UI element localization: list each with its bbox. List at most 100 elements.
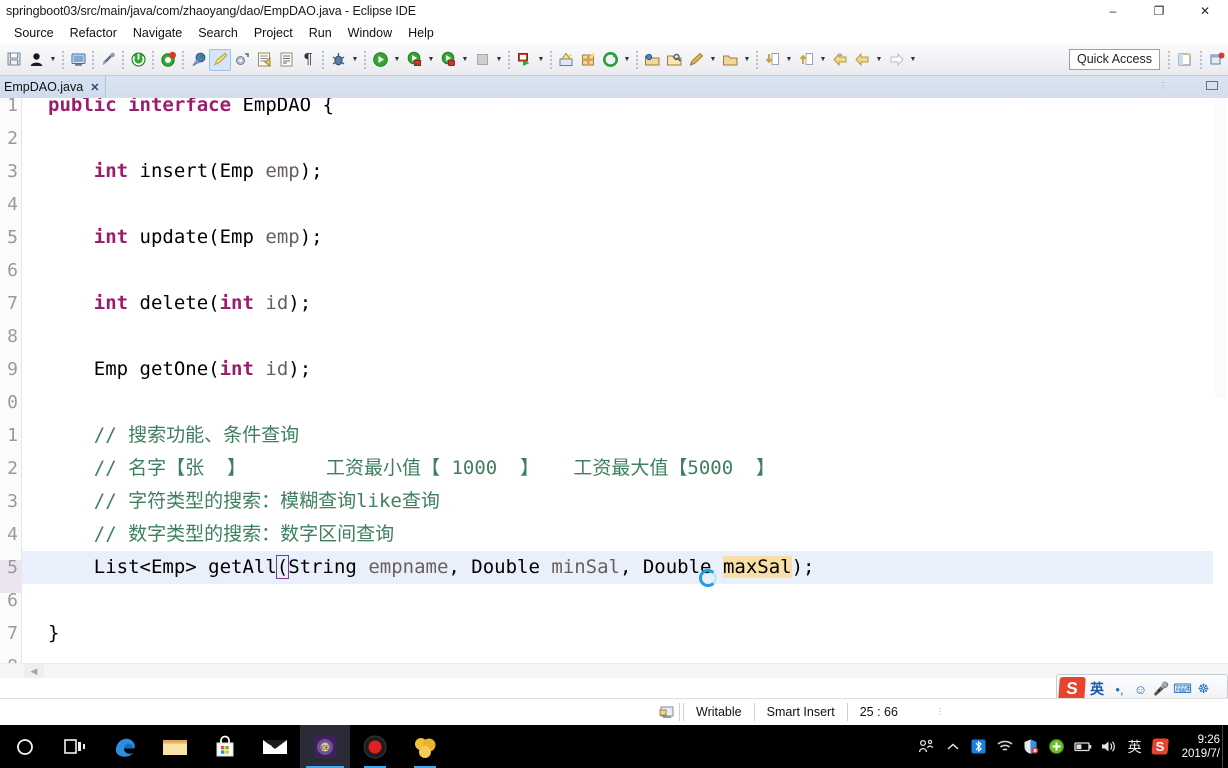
- chevron-down-icon[interactable]: ▼: [907, 49, 919, 71]
- eclipse-ide-icon[interactable]: IDE: [300, 725, 350, 768]
- menu-item-source[interactable]: Source: [6, 24, 62, 42]
- user-icon[interactable]: [25, 49, 47, 71]
- taskbar-clock[interactable]: 9:26 2019/7/: [1174, 733, 1222, 761]
- open-task-icon[interactable]: [275, 49, 297, 71]
- open-type-icon[interactable]: [253, 49, 275, 71]
- chevron-down-icon[interactable]: ▼: [817, 49, 829, 71]
- chevron-down-icon[interactable]: ▼: [47, 49, 59, 71]
- mail-icon[interactable]: [250, 725, 300, 768]
- security-shield-icon[interactable]: [1018, 725, 1044, 768]
- file-explorer-icon[interactable]: [150, 725, 200, 768]
- code-line[interactable]: Emp getOne(int id);: [48, 353, 311, 386]
- horizontal-scrollbar[interactable]: ◀: [0, 663, 1228, 678]
- profile-icon[interactable]: [437, 49, 459, 71]
- menu-item-search[interactable]: Search: [190, 24, 246, 42]
- cortana-search-icon[interactable]: [0, 725, 50, 768]
- close-button[interactable]: ✕: [1182, 0, 1228, 22]
- code-line[interactable]: int insert(Emp emp);: [48, 155, 323, 188]
- menu-item-help[interactable]: Help: [400, 24, 442, 42]
- chevron-down-icon[interactable]: ▼: [349, 49, 361, 71]
- minimize-button[interactable]: –: [1090, 0, 1136, 22]
- refresh-icon[interactable]: [599, 49, 621, 71]
- next-annotation-icon[interactable]: [719, 49, 741, 71]
- menu-item-refactor[interactable]: Refactor: [62, 24, 125, 42]
- edit-icon[interactable]: [685, 49, 707, 71]
- chevron-down-icon[interactable]: ▼: [621, 49, 633, 71]
- scroll-left-icon[interactable]: ◀: [24, 664, 44, 678]
- chevron-down-icon[interactable]: ▼: [459, 49, 471, 71]
- java-perspective-icon[interactable]: [1206, 49, 1228, 71]
- forward-icon[interactable]: [851, 49, 873, 71]
- new-wizard-icon[interactable]: [555, 49, 577, 71]
- microsoft-store-icon[interactable]: [200, 725, 250, 768]
- previous-edit-icon[interactable]: [761, 49, 783, 71]
- search-folder-icon[interactable]: [663, 49, 685, 71]
- back-icon[interactable]: [829, 49, 851, 71]
- code-line[interactable]: // 搜索功能、条件查询: [48, 419, 299, 452]
- bluetooth-icon[interactable]: [966, 725, 992, 768]
- run-icon[interactable]: [369, 49, 391, 71]
- link-break-icon[interactable]: [97, 49, 119, 71]
- next-edit-icon[interactable]: [795, 49, 817, 71]
- close-icon[interactable]: ✕: [90, 81, 99, 94]
- terminate-icon[interactable]: [127, 49, 149, 71]
- code-editor[interactable]: 1 public interface EmpDAO {2 3 int insert(…: [0, 98, 1228, 678]
- task-view-icon[interactable]: [50, 725, 100, 768]
- editor-status-icon[interactable]: [655, 702, 679, 722]
- chevron-down-icon[interactable]: ▼: [535, 49, 547, 71]
- chevron-down-icon[interactable]: ▼: [783, 49, 795, 71]
- media-app-icon[interactable]: [400, 725, 450, 768]
- vertical-scrollbar[interactable]: [1213, 98, 1228, 663]
- code-line[interactable]: int update(Emp emp);: [48, 221, 323, 254]
- chevron-down-icon[interactable]: ▼: [741, 49, 753, 71]
- save-icon[interactable]: [3, 49, 25, 71]
- show-desktop-button[interactable]: [1222, 725, 1228, 768]
- ime-language-icon[interactable]: 英: [1122, 725, 1148, 768]
- debug-icon[interactable]: [327, 49, 349, 71]
- tab-overflow-dots[interactable]: ⋮: [1159, 81, 1168, 90]
- new-java-class-icon[interactable]: [67, 49, 89, 71]
- debug-skip-icon[interactable]: [157, 49, 179, 71]
- breakpoint-icon[interactable]: [187, 49, 209, 71]
- vertical-scrollbar-thumb[interactable]: [1215, 98, 1226, 398]
- menu-item-navigate[interactable]: Navigate: [125, 24, 190, 42]
- sogou-ime-tray-icon[interactable]: S: [1148, 725, 1174, 768]
- code-text-area[interactable]: 1 public interface EmpDAO {2 3 int insert(…: [7, 98, 1228, 678]
- open-resource-icon[interactable]: [641, 49, 663, 71]
- antivirus-icon[interactable]: [1044, 725, 1070, 768]
- chevron-down-icon[interactable]: ▼: [391, 49, 403, 71]
- battery-icon[interactable]: [1070, 725, 1096, 768]
- tab-min-max-controls[interactable]: [1188, 80, 1222, 92]
- show-hidden-icons-icon[interactable]: [940, 725, 966, 768]
- pilcrow-icon[interactable]: ¶: [297, 49, 319, 71]
- status-overflow-dots[interactable]: ⋮: [936, 708, 945, 716]
- open-perspective-icon[interactable]: [1174, 49, 1196, 71]
- code-line[interactable]: // 数字类型的搜索：数字区间查询: [48, 518, 394, 551]
- chevron-down-icon[interactable]: ▼: [425, 49, 437, 71]
- code-line[interactable]: }: [48, 617, 59, 650]
- code-line[interactable]: int delete(int id);: [48, 287, 311, 320]
- stop-icon[interactable]: [471, 49, 493, 71]
- quick-access-field[interactable]: Quick Access: [1068, 49, 1160, 70]
- code-line[interactable]: // 字符类型的搜索：模糊查询like查询: [48, 485, 440, 518]
- refresh-project-icon[interactable]: [231, 49, 253, 71]
- edge-browser-icon[interactable]: [100, 725, 150, 768]
- run-external-icon[interactable]: [513, 49, 535, 71]
- menu-item-run[interactable]: Run: [301, 24, 340, 42]
- maximize-button[interactable]: ❐: [1136, 0, 1182, 22]
- volume-icon[interactable]: [1096, 725, 1122, 768]
- marker-icon[interactable]: [209, 48, 231, 71]
- chevron-down-icon[interactable]: ▼: [707, 49, 719, 71]
- menu-item-window[interactable]: Window: [340, 24, 400, 42]
- coverage-icon[interactable]: [403, 49, 425, 71]
- menu-item-project[interactable]: Project: [246, 24, 301, 42]
- code-line[interactable]: public interface EmpDAO {: [48, 98, 334, 122]
- screen-recorder-icon[interactable]: [350, 725, 400, 768]
- code-line[interactable]: // 名字【张 】 工资最小值【 1000 】 工资最大值【5000 】: [48, 452, 775, 485]
- wifi-icon[interactable]: [992, 725, 1018, 768]
- new-package-icon[interactable]: [577, 49, 599, 71]
- chevron-down-icon[interactable]: ▼: [493, 49, 505, 71]
- chevron-down-icon[interactable]: ▼: [873, 49, 885, 71]
- forward-arrow-icon[interactable]: [885, 49, 907, 71]
- people-icon[interactable]: [914, 725, 940, 768]
